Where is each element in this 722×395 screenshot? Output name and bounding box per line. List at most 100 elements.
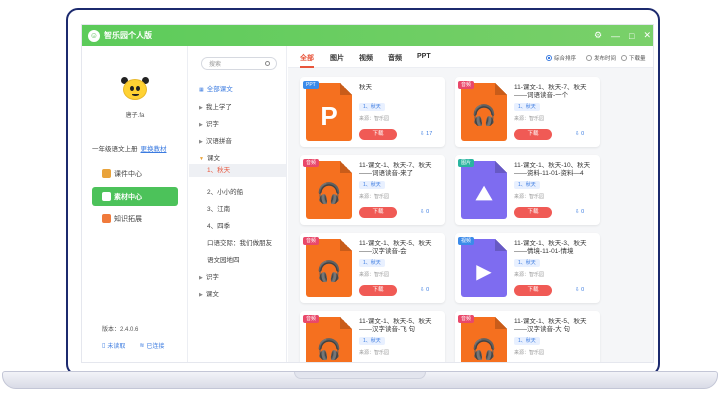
network-status-label: 已连接: [146, 344, 165, 350]
tab-ppt[interactable]: PPT: [417, 53, 431, 60]
tree-item[interactable]: 4、四季: [207, 220, 230, 230]
material-card[interactable]: 音频 🎧 11-课文-1、秋天-5、秋天——汉字读音-会 1、秋天 来源：智乐园 …: [300, 233, 445, 303]
download-count: ⇩ 0: [420, 287, 430, 293]
sort-downloads[interactable]: 下载量: [621, 54, 646, 62]
card-title: 11-课文-1、秋天-5、秋天——汉字读音-大 句: [514, 318, 587, 333]
tree-item[interactable]: 口语交际：我们做朋友: [207, 237, 272, 247]
textbook-label: 一年级语文上册: [92, 146, 138, 153]
phone-icon: ▯: [102, 343, 106, 349]
close-icon[interactable]: ✕: [643, 30, 651, 41]
nav-knowledge-expansion[interactable]: 知识拓展: [92, 209, 178, 228]
radio-icon: [586, 55, 592, 61]
type-tag: 视频: [458, 237, 475, 245]
sort-label: 综合排序: [554, 56, 577, 62]
device-status[interactable]: ▯ 未读取: [102, 341, 125, 350]
tab-all[interactable]: 全部: [300, 53, 314, 68]
settings-icon[interactable]: ⚙: [594, 30, 602, 41]
lesson-chip: 1、秋天: [359, 103, 385, 111]
lesson-chip: 1、秋天: [514, 337, 540, 345]
download-button[interactable]: 下载: [359, 207, 397, 218]
type-tag: 音频: [458, 81, 475, 89]
tree-item[interactable]: 2、小小的船: [207, 186, 243, 196]
material-card[interactable]: 视频 ▶ 11-课文-1、秋天-3、秋天——情境-11-01-情境 1、秋天 来源…: [455, 233, 600, 303]
chevron-right-icon: ▶: [199, 105, 203, 111]
sort-publish-time[interactable]: 发布时间: [586, 54, 616, 62]
download-count: ⇩ 0: [575, 131, 585, 137]
tab-video[interactable]: 视频: [359, 53, 373, 63]
sort-comprehensive[interactable]: 综合排序: [546, 54, 576, 62]
tree-item[interactable]: ▶ 汉语拼音: [199, 135, 232, 145]
tree-item-label: 识字: [205, 274, 219, 281]
download-count-value: 0: [581, 287, 585, 293]
tree-item[interactable]: ▶ 我上学了: [199, 101, 232, 111]
maximize-icon[interactable]: □: [629, 31, 634, 41]
download-button[interactable]: 下载: [514, 129, 552, 140]
tree-item-label: 汉语拼音: [205, 138, 232, 145]
card-title: 11-课文-1、秋天-7、秋天——词语读音-来了: [359, 162, 432, 177]
ppt-thumbnail: PPT P: [303, 81, 352, 141]
page-fold: [495, 317, 507, 329]
tab-audio[interactable]: 音频: [388, 53, 402, 63]
type-tag: PPT: [303, 81, 319, 89]
headphones-icon: 🎧: [471, 105, 497, 127]
nav-courseware-center[interactable]: 课件中心: [92, 164, 178, 183]
page-fold: [495, 161, 507, 173]
material-card[interactable]: PPT P 秋天 1、秋天 来源：智乐园 下载 ⇩ 17: [300, 77, 445, 147]
tree-item-label: 识字: [205, 121, 219, 128]
avatar[interactable]: [119, 77, 151, 107]
chapter-tree: 搜索 ▦ 全部课文 ▶ 我上学了 ▶ 识字 ▶ 汉语拼音 ▼ 课文 1、秋天 2、小小的船…: [189, 46, 287, 362]
search-input[interactable]: 搜索: [201, 57, 277, 70]
tree-item-all[interactable]: ▦ 全部课文: [199, 83, 233, 93]
courseware-icon: [102, 169, 111, 178]
tree-item[interactable]: ▶ 识字: [199, 118, 219, 128]
switch-textbook-link[interactable]: 更换教材: [141, 146, 167, 153]
lesson-chip: 1、秋天: [514, 259, 540, 267]
network-status[interactable]: ≋ 已连接: [139, 341, 164, 350]
download-button[interactable]: 下载: [359, 129, 397, 140]
card-source: 来源：智乐园: [514, 272, 545, 278]
tab-image[interactable]: 图片: [330, 53, 344, 63]
app-window: ☺ 智乐园个人版 ⚙ — □ ✕ 唐子.fa 一年级语文上册 更换教材 课件中心 …: [81, 24, 654, 363]
minimize-icon[interactable]: —: [611, 31, 620, 41]
nav-label: 素材中心: [114, 193, 142, 201]
material-card[interactable]: 图片 ⛰ 11-课文-1、秋天-10、秋天——资料-11-01-资料—4 1、秋天…: [455, 155, 600, 225]
download-count: ⇩ 0: [575, 287, 585, 293]
chevron-right-icon: ▶: [199, 139, 203, 145]
tree-item[interactable]: ▶ 识字: [199, 271, 219, 281]
chevron-right-icon: ▶: [199, 292, 203, 298]
lesson-chip: 1、秋天: [359, 337, 385, 345]
material-card[interactable]: 音频 🎧 11-课文-1、秋天-7、秋天——词语读音-来了 1、秋天 来源：智乐园…: [300, 155, 445, 225]
tree-item-selected[interactable]: 1、秋天: [189, 164, 286, 177]
chevron-right-icon: ▶: [199, 275, 203, 281]
card-source: 来源：智乐园: [514, 116, 545, 122]
app-logo-icon: ☺: [88, 29, 100, 42]
download-button[interactable]: 下载: [514, 207, 552, 218]
tree-item[interactable]: 语文园地四: [207, 254, 240, 264]
nav-label: 知识拓展: [114, 215, 142, 223]
connection-status: ▯ 未读取 ≋ 已连接: [102, 341, 164, 350]
card-title: 11-课文-1、秋天-7、秋天——词语读音-一个: [514, 84, 587, 99]
search-icon[interactable]: [265, 61, 270, 66]
tree-item-label: 语文园地四: [207, 257, 240, 264]
avatar-mouth: [132, 93, 139, 96]
download-count: ⇩ 17: [420, 131, 433, 137]
tree-item[interactable]: ▶ 课文: [199, 288, 219, 298]
audio-thumbnail: 音频 🎧: [458, 315, 507, 362]
radio-icon: [621, 55, 627, 61]
audio-thumbnail: 音频 🎧: [303, 159, 352, 219]
tree-item-label: 我上学了: [205, 104, 232, 111]
material-card[interactable]: 音频 🎧 11-课文-1、秋天-5、秋天——汉字读音-飞 句 1、秋天 来源：智乐…: [300, 311, 445, 362]
download-button[interactable]: 下载: [359, 285, 397, 296]
headphones-icon: 🎧: [471, 339, 497, 361]
tree-item-expanded[interactable]: ▼ 课文: [199, 152, 220, 162]
nav-material-center[interactable]: 素材中心: [92, 187, 178, 206]
download-count-value: 0: [581, 131, 585, 137]
page-fold: [495, 239, 507, 251]
material-card[interactable]: 音频 🎧 11-课文-1、秋天-7、秋天——词语读音-一个 1、秋天 来源：智乐园…: [455, 77, 600, 147]
card-source: 来源：智乐园: [514, 194, 545, 200]
tree-item[interactable]: 3、江南: [207, 203, 230, 213]
card-source: 来源：智乐园: [514, 350, 545, 356]
material-icon: [102, 192, 111, 201]
download-button[interactable]: 下载: [514, 285, 552, 296]
material-card[interactable]: 音频 🎧 11-课文-1、秋天-5、秋天——汉字读音-大 句 1、秋天 来源：智乐…: [455, 311, 600, 362]
